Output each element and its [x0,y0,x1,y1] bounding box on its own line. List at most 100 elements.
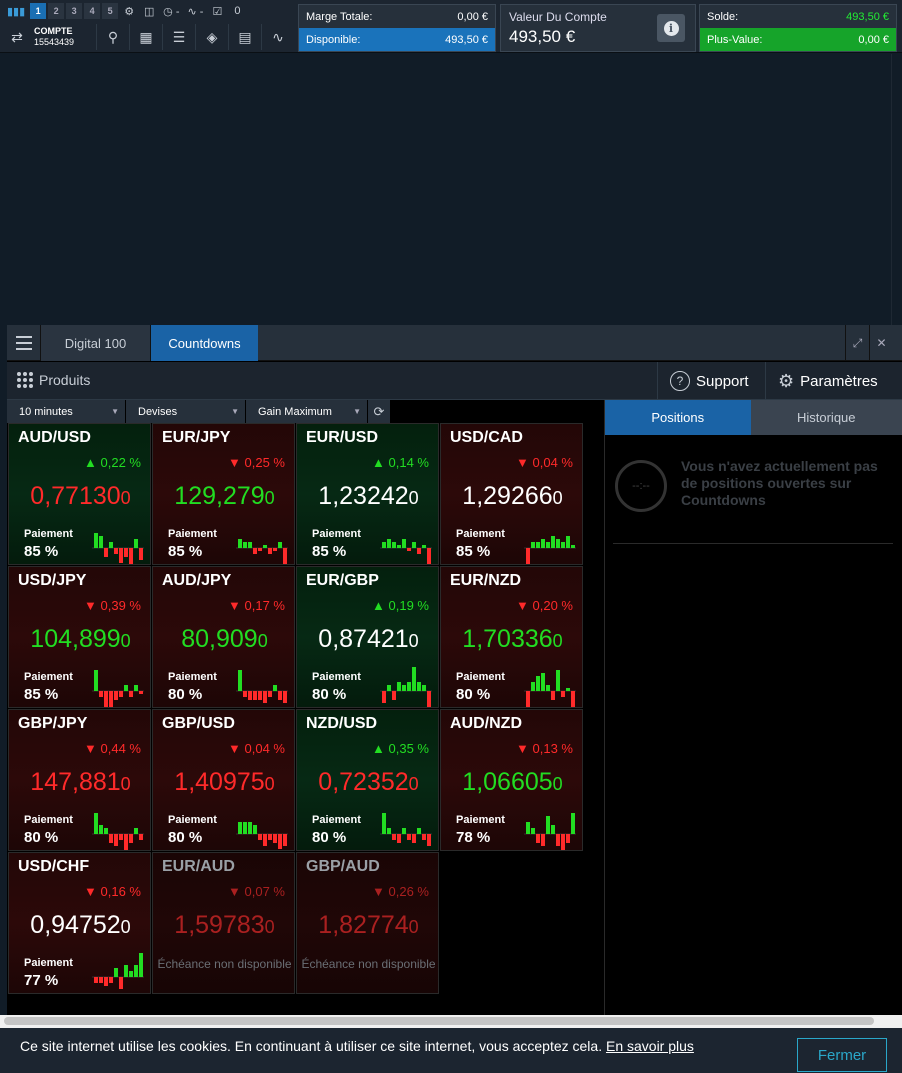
swap-account-icon[interactable]: ⇄ [4,29,30,46]
workspace-1-button[interactable]: 1 [30,3,47,19]
price: 1,232420 [297,482,440,511]
instrument-tile[interactable]: EUR/JPY ▼ 0,25 % 129,2790 Paiement 85 % [152,423,295,565]
instrument-tile[interactable]: AUD/USD ▲ 0,22 % 0,771300 Paiement 85 % [8,423,151,565]
instrument-tile[interactable]: EUR/AUD ▼ 0,07 % 1,597830 Échéance non disp… [152,852,295,994]
sparkline-bar [561,691,565,697]
layout-icon[interactable]: ▮▮▮ [4,3,28,19]
sparkline-bar [387,685,391,691]
sparkline-bar [402,828,406,834]
instrument-name: EUR/JPY [162,429,231,446]
asset-class-select[interactable]: Devises ▼ [126,400,245,423]
cookie-learn-more-link[interactable]: En savoir plus [606,1038,694,1054]
change-percent: ▲ 0,22 % [84,455,141,470]
change-value: 0,04 % [532,455,573,470]
sparkline-bar [253,825,257,834]
instrument-tile[interactable]: EUR/NZD ▼ 0,20 % 1,703360 Paiement 80 % [440,566,583,708]
change-value: 0,26 % [388,884,429,899]
instrument-tile[interactable]: USD/CAD ▼ 0,04 % 1,292660 Paiement 85 % [440,423,583,565]
products-button[interactable]: Produits [17,372,90,388]
chart-icon[interactable]: ∿ - [185,3,207,19]
close-icon[interactable]: ✕ [869,325,893,361]
sparkline-bar [139,953,143,977]
tab-digital-100[interactable]: Digital 100 [41,325,151,361]
price-main: 1,82774 [318,911,409,939]
sparkline-bar [124,685,128,691]
account-value-label: Valeur Du Compte [509,10,607,24]
instrument-tile[interactable]: USD/JPY ▼ 0,39 % 104,8990 Paiement 85 % [8,566,151,708]
sparkline-bar [427,548,431,564]
products-label: Produits [39,372,91,388]
sparkline-bar [273,834,277,843]
expand-icon[interactable]: ⤢ [845,325,869,361]
instrument-name: USD/CAD [450,429,523,446]
instrument-name: EUR/AUD [162,858,235,875]
tab-positions[interactable]: Positions [605,400,751,435]
settings-gear-icon[interactable]: ⚙ [120,3,138,19]
sparkline-bar [248,822,252,834]
refresh-icon[interactable]: ⟳ [368,400,390,423]
price-pip: 0 [408,917,419,937]
instrument-tile[interactable]: AUD/JPY ▼ 0,17 % 80,9090 Paiement 80 % [152,566,295,708]
sparkline-bar [238,670,242,691]
sparkline-bar [119,548,123,563]
instrument-tile[interactable]: EUR/GBP ▲ 0,19 % 0,874210 Paiement 80 % [296,566,439,708]
sort-select[interactable]: Gain Maximum ▼ [246,400,367,423]
tag-icon[interactable]: ◈ [195,24,228,50]
alarm-clock-icon[interactable]: ◷ - [160,3,182,19]
cookie-close-button[interactable]: Fermer [797,1038,887,1072]
instrument-tile[interactable]: GBP/USD ▼ 0,04 % 1,409750 Paiement 80 % [152,709,295,851]
instrument-tile[interactable]: NZD/USD ▲ 0,35 % 0,723520 Paiement 80 % [296,709,439,851]
sparkline-bar [114,834,118,846]
workspace-2-button[interactable]: 2 [48,3,65,19]
settings-button[interactable]: ⚙ Paramètres [765,362,902,400]
wallet-icon[interactable]: ▤ [228,24,261,50]
search-icon[interactable]: ⚲ [96,24,129,50]
arrow-down-icon: ▼ [516,741,533,756]
hamburger-menu-icon[interactable] [7,325,41,361]
instrument-tile[interactable]: GBP/JPY ▼ 0,44 % 147,8810 Paiement 80 % [8,709,151,851]
payment-percent: 85 % [24,686,59,703]
tab-history[interactable]: Historique [750,400,902,435]
price-main: 0,72352 [318,768,409,796]
workspace-5-button[interactable]: 5 [102,3,119,19]
change-percent: ▼ 0,44 % [84,741,141,756]
list-icon[interactable]: ☰ [162,24,195,50]
price: 0,947520 [9,911,152,940]
support-button[interactable]: ? Support [657,362,765,400]
info-button[interactable]: i [657,14,685,42]
arrow-up-icon: ▲ [372,741,389,756]
account-number: 15543439 [34,37,75,47]
trend-sparkline [236,539,288,564]
workspace-4-button[interactable]: 4 [84,3,101,19]
payment-percent: 80 % [312,686,347,703]
mouse-add-icon[interactable]: ◫ [140,3,158,19]
account-info[interactable]: COMPTE 15543439 [30,26,96,48]
payment-label: Paiement [168,814,217,826]
price-main: 147,881 [30,768,121,796]
payment-percent: 85 % [168,543,203,560]
unavailable-label: Échéance non disponible [301,957,436,971]
tab-countdowns[interactable]: Countdowns [151,325,258,361]
sparkline-bar [536,542,540,548]
instrument-tile[interactable]: GBP/AUD ▼ 0,26 % 1,827740 Échéance non disp… [296,852,439,994]
arrow-down-icon: ▼ [228,884,245,899]
checkbox-icon[interactable]: ☑ [208,3,226,19]
price: 1,597830 [153,911,296,940]
instrument-tile[interactable]: USD/CHF ▼ 0,16 % 0,947520 Paiement 77 % [8,852,151,994]
duration-select[interactable]: 10 minutes ▼ [7,400,125,423]
sparkline-bar [566,688,570,691]
change-percent: ▼ 0,17 % [228,598,285,613]
price: 1,827740 [297,911,440,940]
book-icon[interactable]: ▦ [129,24,162,50]
cookie-message: Ce site internet utilise les cookies. En… [20,1038,603,1054]
activity-icon[interactable]: ∿ [261,24,294,50]
horizontal-scrollbar[interactable] [0,1015,902,1028]
payment-percent: 80 % [168,686,203,703]
workspace-3-button[interactable]: 3 [66,3,83,19]
account-label: COMPTE [34,26,73,36]
instrument-tile[interactable]: EUR/USD ▲ 0,14 % 1,232420 Paiement 85 % [296,423,439,565]
sparkline-bar [556,670,560,691]
sparkline-bar [263,691,267,703]
instrument-tile[interactable]: AUD/NZD ▼ 0,13 % 1,066050 Paiement 78 % [440,709,583,851]
scrollbar-thumb[interactable] [4,1017,874,1025]
